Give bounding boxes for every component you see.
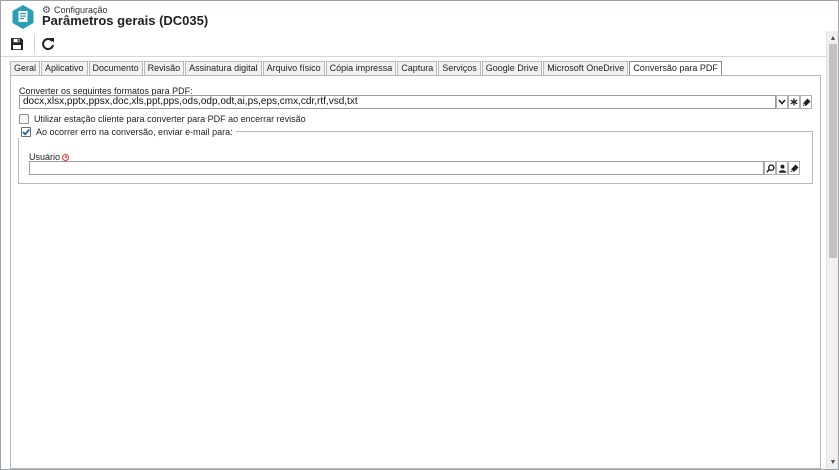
page-title: Parâmetros gerais (DC035)	[42, 13, 209, 28]
vertical-scrollbar[interactable]: ▲ ▼	[826, 31, 838, 469]
tab-assinatura-digital[interactable]: Assinatura digital	[185, 61, 262, 75]
formats-dropdown-button[interactable]	[776, 95, 788, 109]
tab-google-drive[interactable]: Google Drive	[481, 61, 543, 75]
eraser-icon	[789, 164, 798, 172]
refresh-button[interactable]	[37, 34, 59, 54]
tab-revisao[interactable]: Revisão	[143, 61, 185, 75]
refresh-icon	[42, 38, 54, 51]
tab-conversao-pdf[interactable]: Conversão para PDF	[629, 61, 722, 76]
tab-copia-impressa[interactable]: Cópia impressa	[325, 61, 397, 75]
user-search-button[interactable]	[764, 161, 776, 175]
error-email-label: Ao ocorrer erro na conversão, enviar e-m…	[36, 127, 233, 137]
client-station-label: Utilizar estação cliente para converter …	[34, 114, 306, 124]
error-email-checkbox[interactable]	[21, 127, 31, 137]
document-settings-icon	[12, 5, 34, 29]
required-icon	[62, 153, 70, 161]
formats-select-all-button[interactable]	[788, 95, 800, 109]
error-email-fieldset	[18, 131, 813, 184]
formats-input[interactable]: docx,xlsx,pptx,ppsx,doc,xls,ppt,pps,ods,…	[19, 95, 776, 109]
formats-clear-button[interactable]	[800, 95, 812, 109]
tab-documento[interactable]: Documento	[88, 61, 143, 75]
window: ⚙ Configuração Parâmetros gerais (DC035)…	[0, 0, 839, 470]
scroll-down-arrow-icon[interactable]: ▼	[827, 456, 839, 468]
checkmark-icon	[22, 128, 30, 136]
asterisk-icon	[790, 98, 798, 106]
tab-aplicativo[interactable]: Aplicativo	[41, 61, 88, 75]
scroll-up-arrow-icon[interactable]: ▲	[827, 32, 839, 44]
floppy-disk-icon	[11, 38, 23, 50]
tab-panel-conversao-pdf: Converter os seguintes formatos para PDF…	[10, 75, 821, 469]
client-station-checkbox[interactable]	[19, 114, 29, 124]
user-input[interactable]	[29, 161, 764, 175]
chevron-down-icon	[778, 99, 786, 105]
tab-geral[interactable]: Geral	[10, 61, 41, 75]
toolbar-separator	[34, 35, 35, 53]
error-email-legend: Ao ocorrer erro na conversão, enviar e-m…	[18, 126, 236, 138]
search-icon	[765, 163, 775, 173]
toolbar	[1, 31, 838, 57]
user-icon	[778, 164, 786, 173]
tab-arquivo-fisico[interactable]: Arquivo físico	[262, 61, 325, 75]
user-select-button[interactable]	[776, 161, 788, 175]
eraser-icon	[801, 98, 810, 106]
content-area: Geral Aplicativo Documento Revisão Assin…	[1, 57, 826, 469]
user-clear-button[interactable]	[788, 161, 800, 175]
tab-bar: Geral Aplicativo Documento Revisão Assin…	[10, 61, 723, 76]
tab-captura[interactable]: Captura	[397, 61, 438, 75]
title-bar: ⚙ Configuração Parâmetros gerais (DC035)	[1, 1, 838, 31]
scrollbar-thumb[interactable]	[829, 44, 837, 258]
tab-servicos[interactable]: Serviços	[438, 61, 481, 75]
save-button[interactable]	[6, 34, 28, 54]
tab-microsoft-onedrive[interactable]: Microsoft OneDrive	[543, 61, 629, 75]
